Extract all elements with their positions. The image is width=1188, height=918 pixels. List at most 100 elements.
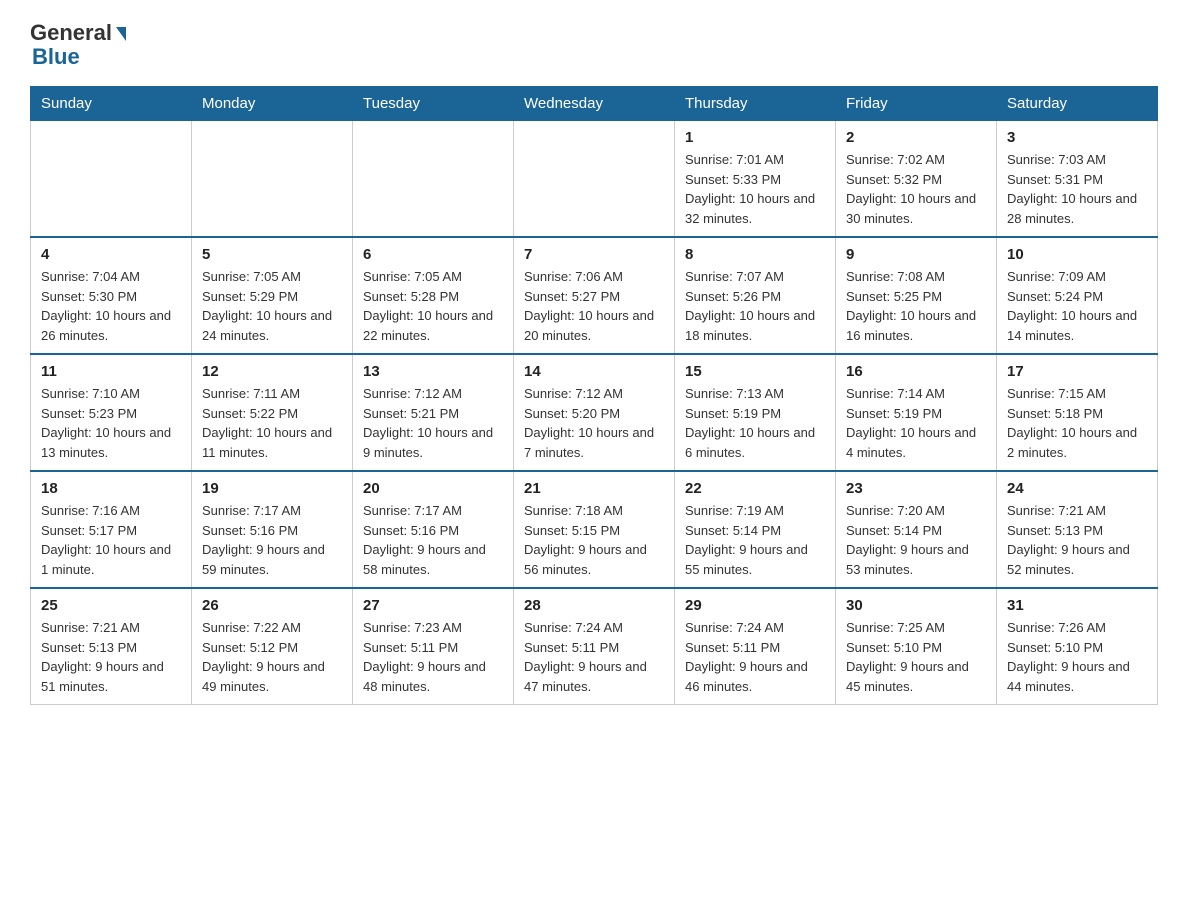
day-number: 6	[363, 246, 503, 263]
calendar-day-cell: 5Sunrise: 7:05 AMSunset: 5:29 PMDaylight…	[192, 237, 353, 354]
calendar-day-cell	[31, 121, 192, 238]
calendar-day-cell: 21Sunrise: 7:18 AMSunset: 5:15 PMDayligh…	[514, 471, 675, 588]
day-info: Sunrise: 7:10 AMSunset: 5:23 PMDaylight:…	[41, 384, 181, 462]
day-number: 12	[202, 363, 342, 380]
day-number: 9	[846, 246, 986, 263]
day-info: Sunrise: 7:07 AMSunset: 5:26 PMDaylight:…	[685, 267, 825, 345]
calendar-day-cell: 11 Sunrise: 7:10 AMSunset: 5:23 PMDayligh…	[31, 354, 192, 471]
weekday-header-saturday: Saturday	[997, 87, 1158, 121]
calendar-day-cell: 9 Sunrise: 7:08 AMSunset: 5:25 PMDaylight…	[836, 237, 997, 354]
day-number: 15	[685, 363, 825, 380]
logo-general-text: General	[30, 20, 112, 46]
calendar-week-row: 18 Sunrise: 7:16 AMSunset: 5:17 PMDayligh…	[31, 471, 1158, 588]
day-info: Sunrise: 7:11 AMSunset: 5:22 PMDaylight:…	[202, 384, 342, 462]
day-number: 7	[524, 246, 664, 263]
calendar-day-cell: 15 Sunrise: 7:13 AMSunset: 5:19 PMDayligh…	[675, 354, 836, 471]
weekday-header-monday: Monday	[192, 87, 353, 121]
calendar-day-cell: 18 Sunrise: 7:16 AMSunset: 5:17 PMDayligh…	[31, 471, 192, 588]
day-info: Sunrise: 7:26 AMSunset: 5:10 PMDaylight:…	[1007, 618, 1147, 696]
calendar-day-cell: 25 Sunrise: 7:21 AMSunset: 5:13 PMDayligh…	[31, 588, 192, 705]
calendar-day-cell: 24Sunrise: 7:21 AMSunset: 5:13 PMDayligh…	[997, 471, 1158, 588]
calendar-header-row: SundayMondayTuesdayWednesdayThursdayFrid…	[31, 87, 1158, 121]
day-info: Sunrise: 7:21 AMSunset: 5:13 PMDaylight:…	[1007, 501, 1147, 579]
day-number: 14	[524, 363, 664, 380]
day-info: Sunrise: 7:01 AMSunset: 5:33 PMDaylight:…	[685, 150, 825, 228]
calendar-day-cell: 10 Sunrise: 7:09 AMSunset: 5:24 PMDayligh…	[997, 237, 1158, 354]
day-info: Sunrise: 7:06 AMSunset: 5:27 PMDaylight:…	[524, 267, 664, 345]
calendar-day-cell: 28 Sunrise: 7:24 AMSunset: 5:11 PMDayligh…	[514, 588, 675, 705]
calendar-day-cell: 23 Sunrise: 7:20 AMSunset: 5:14 PMDayligh…	[836, 471, 997, 588]
day-info: Sunrise: 7:17 AMSunset: 5:16 PMDaylight:…	[363, 501, 503, 579]
day-number: 11	[41, 363, 181, 380]
day-number: 22	[685, 480, 825, 497]
day-number: 18	[41, 480, 181, 497]
day-number: 5	[202, 246, 342, 263]
day-info: Sunrise: 7:05 AMSunset: 5:28 PMDaylight:…	[363, 267, 503, 345]
calendar-week-row: 1 Sunrise: 7:01 AMSunset: 5:33 PMDaylight…	[31, 121, 1158, 238]
day-number: 3	[1007, 129, 1147, 146]
calendar-day-cell: 26 Sunrise: 7:22 AMSunset: 5:12 PMDayligh…	[192, 588, 353, 705]
day-number: 31	[1007, 597, 1147, 614]
day-number: 8	[685, 246, 825, 263]
weekday-header-thursday: Thursday	[675, 87, 836, 121]
day-info: Sunrise: 7:22 AMSunset: 5:12 PMDaylight:…	[202, 618, 342, 696]
calendar-day-cell: 31 Sunrise: 7:26 AMSunset: 5:10 PMDayligh…	[997, 588, 1158, 705]
day-number: 16	[846, 363, 986, 380]
day-info: Sunrise: 7:12 AMSunset: 5:20 PMDaylight:…	[524, 384, 664, 462]
calendar-day-cell: 8 Sunrise: 7:07 AMSunset: 5:26 PMDaylight…	[675, 237, 836, 354]
day-number: 25	[41, 597, 181, 614]
weekday-header-sunday: Sunday	[31, 87, 192, 121]
day-info: Sunrise: 7:08 AMSunset: 5:25 PMDaylight:…	[846, 267, 986, 345]
calendar-day-cell: 13 Sunrise: 7:12 AMSunset: 5:21 PMDayligh…	[353, 354, 514, 471]
calendar-day-cell: 1 Sunrise: 7:01 AMSunset: 5:33 PMDaylight…	[675, 121, 836, 238]
day-number: 13	[363, 363, 503, 380]
day-number: 2	[846, 129, 986, 146]
calendar-day-cell: 14 Sunrise: 7:12 AMSunset: 5:20 PMDayligh…	[514, 354, 675, 471]
day-number: 26	[202, 597, 342, 614]
day-number: 19	[202, 480, 342, 497]
calendar-day-cell: 3 Sunrise: 7:03 AMSunset: 5:31 PMDaylight…	[997, 121, 1158, 238]
day-info: Sunrise: 7:24 AMSunset: 5:11 PMDaylight:…	[524, 618, 664, 696]
logo: General Blue	[30, 20, 126, 70]
day-number: 10	[1007, 246, 1147, 263]
day-info: Sunrise: 7:09 AMSunset: 5:24 PMDaylight:…	[1007, 267, 1147, 345]
logo-arrow-icon	[116, 27, 126, 41]
day-number: 1	[685, 129, 825, 146]
calendar-week-row: 25 Sunrise: 7:21 AMSunset: 5:13 PMDayligh…	[31, 588, 1158, 705]
calendar-day-cell: 6 Sunrise: 7:05 AMSunset: 5:28 PMDaylight…	[353, 237, 514, 354]
day-info: Sunrise: 7:03 AMSunset: 5:31 PMDaylight:…	[1007, 150, 1147, 228]
day-number: 29	[685, 597, 825, 614]
day-info: Sunrise: 7:04 AMSunset: 5:30 PMDaylight:…	[41, 267, 181, 345]
day-info: Sunrise: 7:12 AMSunset: 5:21 PMDaylight:…	[363, 384, 503, 462]
calendar-day-cell: 2 Sunrise: 7:02 AMSunset: 5:32 PMDaylight…	[836, 121, 997, 238]
calendar-day-cell: 20 Sunrise: 7:17 AMSunset: 5:16 PMDayligh…	[353, 471, 514, 588]
day-number: 30	[846, 597, 986, 614]
calendar-week-row: 11 Sunrise: 7:10 AMSunset: 5:23 PMDayligh…	[31, 354, 1158, 471]
day-info: Sunrise: 7:15 AMSunset: 5:18 PMDaylight:…	[1007, 384, 1147, 462]
day-info: Sunrise: 7:25 AMSunset: 5:10 PMDaylight:…	[846, 618, 986, 696]
day-info: Sunrise: 7:02 AMSunset: 5:32 PMDaylight:…	[846, 150, 986, 228]
calendar-table: SundayMondayTuesdayWednesdayThursdayFrid…	[30, 86, 1158, 705]
calendar-day-cell: 29 Sunrise: 7:24 AMSunset: 5:11 PMDayligh…	[675, 588, 836, 705]
calendar-day-cell: 22Sunrise: 7:19 AMSunset: 5:14 PMDayligh…	[675, 471, 836, 588]
calendar-day-cell: 27Sunrise: 7:23 AMSunset: 5:11 PMDayligh…	[353, 588, 514, 705]
day-number: 20	[363, 480, 503, 497]
calendar-week-row: 4 Sunrise: 7:04 AMSunset: 5:30 PMDaylight…	[31, 237, 1158, 354]
day-number: 23	[846, 480, 986, 497]
day-number: 17	[1007, 363, 1147, 380]
day-number: 4	[41, 246, 181, 263]
day-info: Sunrise: 7:14 AMSunset: 5:19 PMDaylight:…	[846, 384, 986, 462]
page-header: General Blue	[30, 20, 1158, 70]
calendar-day-cell: 7 Sunrise: 7:06 AMSunset: 5:27 PMDaylight…	[514, 237, 675, 354]
day-info: Sunrise: 7:24 AMSunset: 5:11 PMDaylight:…	[685, 618, 825, 696]
day-number: 28	[524, 597, 664, 614]
day-info: Sunrise: 7:17 AMSunset: 5:16 PMDaylight:…	[202, 501, 342, 579]
day-info: Sunrise: 7:16 AMSunset: 5:17 PMDaylight:…	[41, 501, 181, 579]
calendar-day-cell: 4 Sunrise: 7:04 AMSunset: 5:30 PMDaylight…	[31, 237, 192, 354]
day-info: Sunrise: 7:13 AMSunset: 5:19 PMDaylight:…	[685, 384, 825, 462]
day-info: Sunrise: 7:21 AMSunset: 5:13 PMDaylight:…	[41, 618, 181, 696]
calendar-day-cell: 12 Sunrise: 7:11 AMSunset: 5:22 PMDayligh…	[192, 354, 353, 471]
logo-blue-text: Blue	[32, 44, 80, 70]
day-info: Sunrise: 7:20 AMSunset: 5:14 PMDaylight:…	[846, 501, 986, 579]
calendar-day-cell: 19 Sunrise: 7:17 AMSunset: 5:16 PMDayligh…	[192, 471, 353, 588]
